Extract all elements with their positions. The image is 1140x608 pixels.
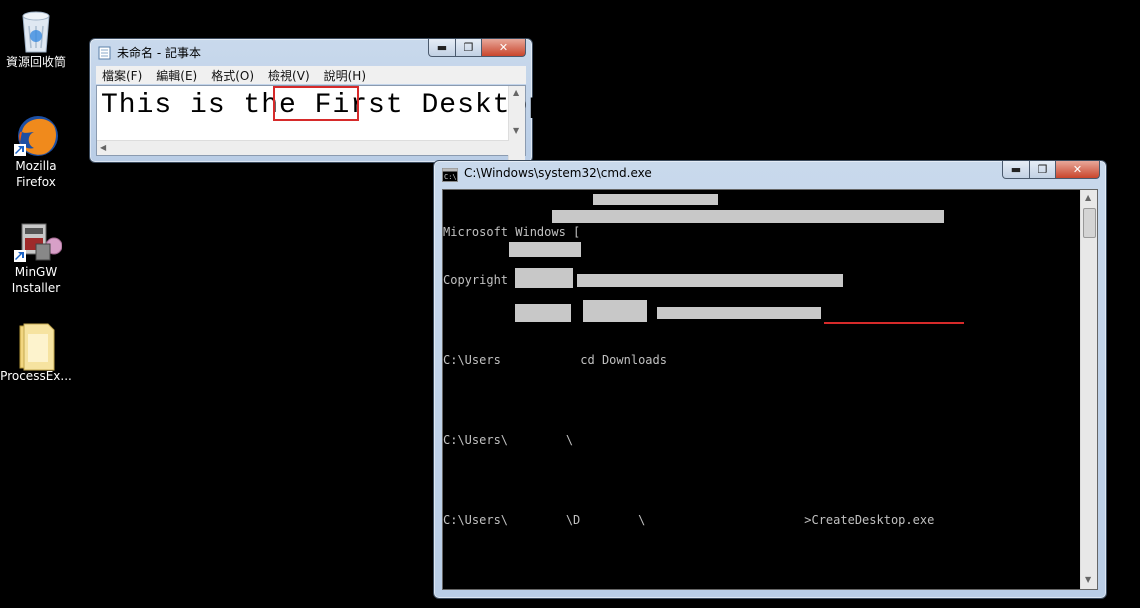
cmd-console[interactable]: Microsoft Windows [ Copyright (c) C:\Use…: [442, 189, 1098, 590]
close-button[interactable]: ✕: [1056, 161, 1100, 179]
minimize-button[interactable]: ▬: [1002, 161, 1030, 179]
scroll-thumb[interactable]: [1083, 208, 1096, 238]
highlight-box: [273, 86, 359, 121]
notepad-horizontal-scrollbar[interactable]: ◀: [97, 140, 509, 155]
redaction: [657, 307, 821, 319]
notepad-title: 未命名 - 記事本: [117, 46, 201, 60]
folder-icon: [14, 322, 58, 371]
scroll-up-icon: ▲: [513, 88, 520, 97]
scroll-down-icon: ▼: [1085, 575, 1092, 584]
redaction: [577, 274, 843, 287]
notepad-window: 未命名 - 記事本 ▬ ❐ ✕ 檔案(F) 編輯(E) 格式(O) 檢視(V) …: [89, 38, 545, 178]
notepad-text-area[interactable]: This is the First Desktop ▲ ▼ ◀: [96, 85, 545, 178]
cmd-line: C:\Users cd Downloads: [443, 353, 667, 367]
minimize-button[interactable]: ▬: [428, 39, 456, 57]
desktop-icon-label: Mozilla Firefox: [15, 159, 57, 189]
notepad-titlebar[interactable]: 未命名 - 記事本 ▬ ❐ ✕: [90, 39, 532, 65]
redaction: [515, 268, 573, 288]
firefox-icon: [14, 112, 58, 156]
cmd-title: C:\Windows\system32\cmd.exe: [464, 166, 652, 180]
redaction: [552, 210, 944, 223]
menu-help[interactable]: 說明(H): [324, 67, 366, 84]
cmd-window: C:\ C:\Windows\system32\cmd.exe ▬ ❐ ✕ Mi…: [433, 160, 1107, 599]
desktop-icon-recycle-bin[interactable]: 資源回收筒: [0, 8, 72, 70]
cmd-line: Microsoft Windows [: [443, 225, 581, 239]
notepad-icon: [98, 45, 112, 60]
desktop-icon-label: 資源回收筒: [5, 55, 66, 69]
redaction: [583, 300, 647, 322]
cmd-line: C:\Users\ \: [443, 433, 574, 447]
desktop-icon-processex[interactable]: ProcessEx...: [0, 322, 72, 384]
redaction: [515, 304, 571, 322]
cmd-titlebar[interactable]: C:\ C:\Windows\system32\cmd.exe ▬ ❐ ✕: [434, 161, 1106, 187]
notepad-menubar: 檔案(F) 編輯(E) 格式(O) 檢視(V) 說明(H): [96, 66, 526, 84]
cmd-vertical-scrollbar[interactable]: ▲ ▼: [1080, 190, 1097, 589]
command-underline: [824, 322, 964, 324]
cmd-command: CreateDesktop.exe: [811, 513, 935, 527]
menu-edit[interactable]: 編輯(E): [156, 67, 197, 84]
scroll-down-icon: ▼: [513, 126, 520, 135]
cmd-icon: C:\: [442, 167, 458, 182]
cmd-prompt: C:\Users\ \D \ >: [443, 513, 812, 527]
maximize-button[interactable]: ❐: [456, 39, 482, 57]
maximize-button[interactable]: ❐: [1030, 161, 1056, 179]
svg-text:C:\: C:\: [444, 173, 457, 181]
cmd-line: C:\Users\ \D \ >CreateDesktop.exe: [443, 512, 934, 528]
close-button[interactable]: ✕: [482, 39, 526, 57]
desktop-icon-firefox[interactable]: Mozilla Firefox: [0, 112, 72, 190]
redaction: [593, 194, 718, 205]
scroll-left-icon: ◀: [100, 143, 107, 152]
scroll-up-icon: ▲: [1085, 193, 1092, 202]
menu-file[interactable]: 檔案(F): [102, 67, 142, 84]
desktop-icon-label: MinGW Installer: [11, 265, 61, 295]
menu-view[interactable]: 檢視(V): [268, 67, 310, 84]
installer-icon: [14, 218, 63, 262]
desktop-icon-mingw[interactable]: MinGW Installer: [0, 218, 72, 296]
redaction: [509, 242, 581, 257]
recycle-bin-icon: [14, 8, 58, 53]
menu-format[interactable]: 格式(O): [211, 67, 254, 84]
